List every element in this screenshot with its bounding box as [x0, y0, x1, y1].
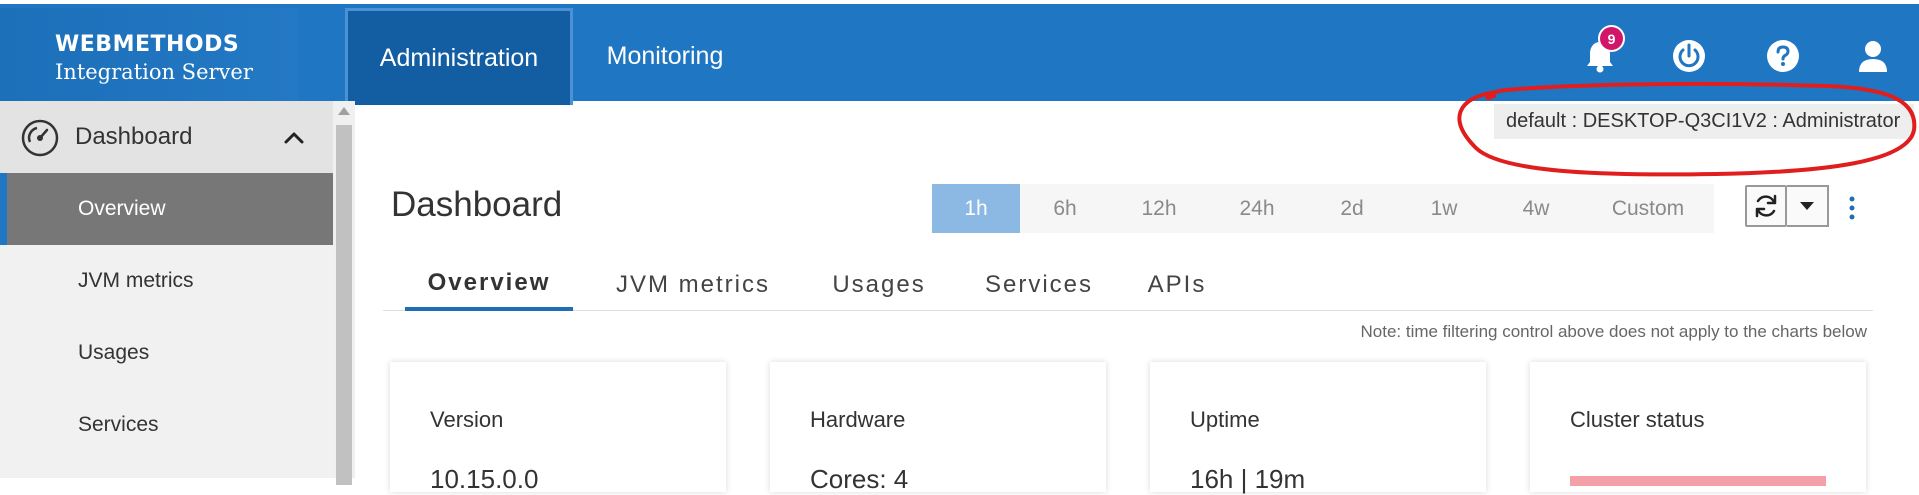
- dashboard-tabs: Overview JVM metrics Usages Services API…: [383, 258, 1873, 311]
- page-title: Dashboard: [391, 185, 563, 224]
- uptime-card: Uptime 16h | 19m: [1150, 362, 1486, 494]
- sidebar-item-overview[interactable]: Overview: [0, 173, 333, 245]
- top-header: WEBMETHODS Integration Server Administra…: [0, 0, 1919, 105]
- more-options-icon[interactable]: [1842, 195, 1862, 221]
- chevron-up-icon[interactable]: [281, 125, 307, 151]
- tab-usages[interactable]: Usages: [811, 258, 947, 311]
- time-range-2d[interactable]: 2d: [1306, 184, 1398, 233]
- card-value: Cores: 4: [810, 464, 909, 494]
- card-title: Version: [430, 407, 504, 432]
- tab-overview[interactable]: Overview: [405, 258, 573, 311]
- notification-count-badge: 9: [1598, 25, 1625, 52]
- refresh-button[interactable]: [1745, 185, 1787, 227]
- version-card: Version 10.15.0.0: [390, 362, 726, 494]
- scrollbar-thumb[interactable]: [336, 125, 352, 485]
- brand-logo[interactable]: WEBMETHODS Integration Server: [0, 8, 298, 105]
- speedometer-icon: [21, 119, 59, 157]
- sidebar: Dashboard Overview JVM metrics Usages Se…: [0, 101, 333, 478]
- time-filter-note: Note: time filtering control above does …: [1360, 322, 1867, 341]
- tab-services[interactable]: Services: [965, 258, 1113, 311]
- user-context-label: default : DESKTOP-Q3CI1V2 : Administrato…: [1494, 104, 1914, 139]
- brand-title: WEBMETHODS: [55, 32, 240, 57]
- caret-down-icon: [1800, 202, 1814, 210]
- hardware-card: Hardware Cores: 4: [770, 362, 1106, 494]
- card-value: 10.15.0.0: [430, 464, 539, 494]
- sidebar-item-usages[interactable]: Usages: [0, 317, 333, 389]
- time-range-6h[interactable]: 6h: [1020, 184, 1110, 233]
- user-icon[interactable]: [1853, 36, 1893, 76]
- time-range-24h[interactable]: 24h: [1208, 184, 1306, 233]
- card-value: 16h | 19m: [1190, 464, 1306, 494]
- refresh-interval-dropdown[interactable]: [1787, 185, 1829, 227]
- scroll-up-arrow-icon[interactable]: [338, 107, 350, 115]
- sidebar-section-dashboard[interactable]: Dashboard: [0, 101, 333, 173]
- help-icon[interactable]: [1763, 36, 1803, 76]
- time-range-4w[interactable]: 4w: [1490, 184, 1582, 233]
- card-title: Cluster status: [1570, 407, 1705, 432]
- tab-jvm-metrics[interactable]: JVM metrics: [593, 258, 793, 311]
- tab-monitoring[interactable]: Monitoring: [575, 8, 755, 105]
- brand-subtitle: Integration Server: [55, 60, 253, 84]
- time-range-1w[interactable]: 1w: [1398, 184, 1490, 233]
- cluster-status-card: Cluster status: [1530, 362, 1866, 492]
- sidebar-item-services[interactable]: Services: [0, 389, 333, 461]
- refresh-icon: [1755, 194, 1777, 218]
- time-range-selector: 1h 6h 12h 24h 2d 1w 4w Custom: [932, 184, 1714, 233]
- tab-administration[interactable]: Administration: [345, 8, 573, 105]
- sidebar-section-label: Dashboard: [75, 123, 193, 150]
- time-range-12h[interactable]: 12h: [1110, 184, 1208, 233]
- card-title: Hardware: [810, 407, 906, 432]
- time-range-1h[interactable]: 1h: [932, 184, 1020, 233]
- card-title: Uptime: [1190, 407, 1260, 432]
- sidebar-scrollbar[interactable]: [333, 101, 355, 485]
- time-range-custom[interactable]: Custom: [1582, 184, 1714, 233]
- sidebar-item-jvm-metrics[interactable]: JVM metrics: [0, 245, 333, 317]
- tab-apis[interactable]: APIs: [1127, 258, 1227, 311]
- power-icon[interactable]: [1669, 36, 1709, 76]
